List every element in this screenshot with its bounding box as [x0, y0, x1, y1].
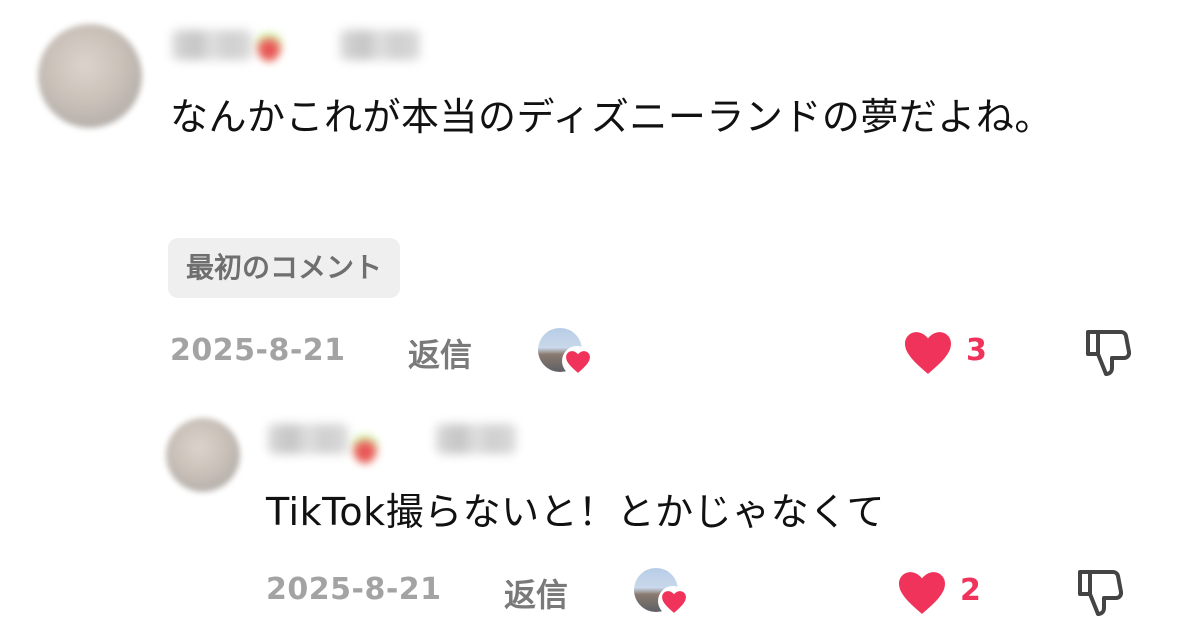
comment-2-reply-button[interactable]: 返信 [504, 570, 568, 616]
comment-2-text: TikTok撮らないと！とかじゃなくて [266, 490, 885, 534]
comment-1-username[interactable] [172, 30, 252, 60]
comment-2-username-emoji [352, 430, 378, 464]
comment-1-avatar[interactable] [38, 24, 142, 128]
comment-1-first-comment-badge: 最初のコメント [168, 238, 401, 298]
comment-2-avatar[interactable] [166, 418, 240, 492]
comment-1-like-heart-icon[interactable] [902, 330, 954, 376]
comment-2-creator-liked [634, 568, 696, 620]
creator-liked-heart-icon [662, 591, 686, 613]
comment-1-dislike-thumbs-down-icon[interactable] [1084, 326, 1132, 378]
comment-2-date: 2025-8-21 [266, 572, 442, 607]
comment-1-like-count: 3 [966, 333, 987, 368]
comment-2-like-count: 2 [960, 573, 981, 608]
comment-1-creator-liked [538, 328, 600, 380]
comment-1-text: なんかこれが本当のディズニーランドの夢だよね。 [170, 95, 1053, 139]
comment-1-username-emoji [256, 28, 282, 62]
comment-1-date: 2025-8-21 [170, 333, 346, 368]
comment-2-username[interactable] [268, 424, 348, 454]
comment-2-dislike-thumbs-down-icon[interactable] [1076, 566, 1124, 618]
comment-1-username-suffix [340, 30, 420, 60]
comment-1-reply-button[interactable]: 返信 [408, 330, 472, 376]
creator-liked-heart-icon [566, 351, 590, 373]
comment-2-username-suffix [436, 424, 516, 454]
comment-2-like-heart-icon[interactable] [896, 570, 948, 616]
